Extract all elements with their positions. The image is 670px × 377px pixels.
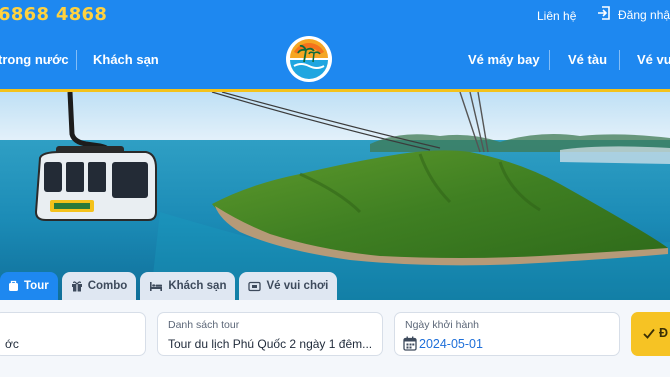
bag-icon: [9, 280, 18, 291]
hotline-number[interactable]: 6868 4868: [0, 4, 107, 25]
tour-list-label: Danh sách tour: [168, 319, 240, 331]
nav-divider: [549, 50, 550, 70]
login-icon: [596, 5, 612, 24]
main-nav: trong nước Khách sạn Vé máy bay Vé tàu V…: [0, 30, 670, 90]
nav-item-amusement[interactable]: Vé vui: [637, 52, 670, 67]
tab-label: Khách sạn: [168, 280, 227, 292]
nav-divider: [619, 50, 620, 70]
departure-field[interactable]: ớc: [0, 312, 146, 356]
nav-item-train[interactable]: Vé tàu: [568, 52, 607, 67]
contact-link[interactable]: Liên hệ: [537, 9, 576, 23]
login-label: Đăng nhập: [618, 7, 670, 22]
search-button[interactable]: Đ: [631, 312, 670, 356]
search-tabs: Tour Combo Khách sạn Vé vui chơi: [0, 272, 338, 300]
date-value: 2024-05-01: [419, 337, 483, 351]
tour-list-field[interactable]: Danh sách tour Tour du lịch Phú Quốc 2 n…: [157, 312, 383, 356]
bed-icon: [150, 281, 163, 291]
tab-tour[interactable]: Tour: [0, 272, 58, 300]
gift-icon: [71, 281, 82, 292]
tab-tickets[interactable]: Vé vui chơi: [239, 272, 338, 300]
hero-image: [0, 92, 670, 302]
departure-value: ớc: [5, 337, 19, 351]
date-label: Ngày khởi hành: [405, 319, 480, 331]
nav-divider: [76, 50, 77, 70]
ticket-icon: [248, 281, 262, 291]
tab-combo[interactable]: Combo: [61, 272, 137, 300]
departure-date-field[interactable]: Ngày khởi hành 2024-05-01: [394, 312, 620, 356]
tab-label: Tour: [24, 280, 49, 292]
brand-logo[interactable]: [286, 36, 332, 82]
nav-item-flight[interactable]: Vé máy bay: [468, 52, 540, 67]
nav-item-domestic-tour[interactable]: trong nước: [0, 52, 69, 67]
top-bar: 6868 4868 Liên hệ Đăng nhập: [0, 0, 670, 30]
tab-label: Combo: [87, 280, 128, 292]
calendar-icon: [403, 336, 417, 351]
hero-banner: [0, 92, 670, 302]
search-panel: ớc Danh sách tour Tour du lịch Phú Quốc …: [0, 300, 670, 377]
tour-list-value: Tour du lịch Phú Quốc 2 ngày 1 đêm...: [168, 337, 373, 351]
tab-hotel[interactable]: Khách sạn: [140, 272, 236, 300]
search-button-label: Đ: [659, 326, 669, 340]
check-icon: [643, 328, 655, 339]
tab-label: Vé vui chơi: [266, 280, 329, 292]
page: 6868 4868 Liên hệ Đăng nhập trong nước K…: [0, 0, 670, 377]
nav-item-hotel[interactable]: Khách sạn: [93, 52, 159, 67]
login-button[interactable]: Đăng nhập: [596, 5, 670, 24]
